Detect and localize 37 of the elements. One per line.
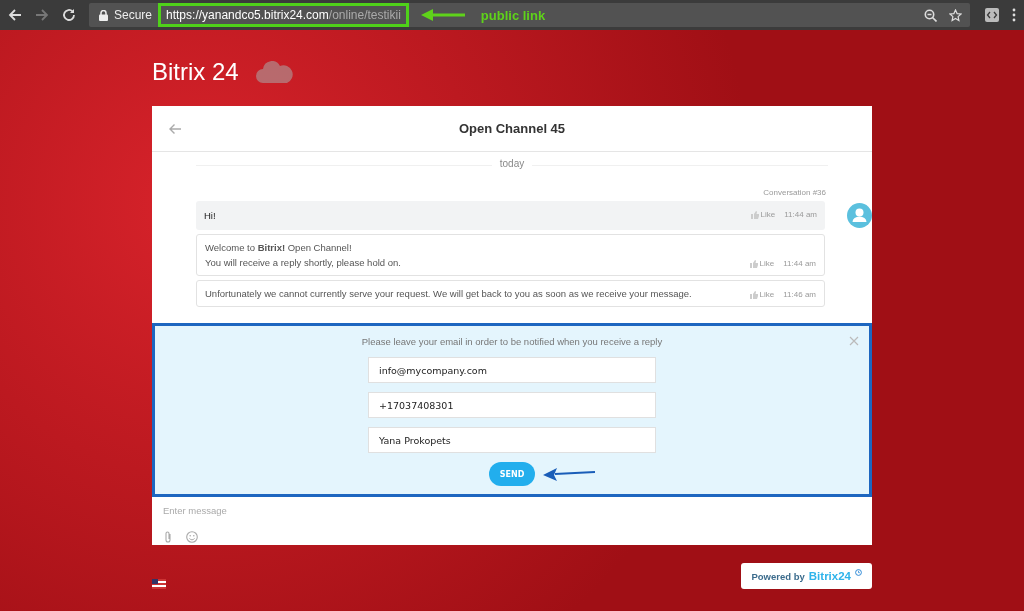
flag-icon	[152, 579, 166, 589]
input-field[interactable]: +17037408301	[368, 392, 656, 418]
powered-by-badge[interactable]: Powered by Bitrix24	[741, 563, 872, 589]
input-field[interactable]: info@mycompany.com	[368, 357, 656, 383]
forward-arrow-icon[interactable]	[35, 8, 49, 22]
menu-icon[interactable]	[1012, 8, 1016, 22]
chat-title: Open Channel 45	[457, 121, 567, 136]
lock-icon	[99, 9, 108, 21]
extension-icon[interactable]	[985, 8, 999, 22]
form-prompt: Please leave your email in order to be notified when you receive a reply	[361, 336, 663, 347]
message-time: 11:46 am	[783, 290, 816, 299]
thumbs-up-icon	[749, 259, 758, 268]
reload-icon[interactable]	[62, 8, 76, 22]
star-icon[interactable]	[949, 8, 962, 22]
conversation-label: Conversation #36	[762, 188, 826, 197]
annotation-arrow-icon	[420, 9, 465, 21]
message-text: Unfortunately we cannot currently serve your request. We will get back to you as soon as we receive your message.	[205, 287, 692, 301]
brand-logo-text: Bitrix24	[808, 570, 851, 582]
message-time: 11:44 am	[783, 259, 816, 268]
paperclip-icon[interactable]	[164, 531, 172, 543]
message-text: You will receive a reply shortly, please hold on.	[205, 256, 401, 270]
secure-label: Secure	[114, 8, 153, 22]
url-text: https://yanandco5.bitrix24.com/online/testikii	[158, 3, 409, 27]
message-text: Hi!	[204, 209, 216, 223]
annotation-label: public link	[480, 7, 546, 23]
logo-text: Bitrix 24	[152, 58, 239, 86]
thumbs-up-icon	[750, 210, 759, 219]
annotation-arrow-icon	[543, 467, 595, 481]
message-text: Welcome to Bitrix! Open Channel!	[205, 241, 353, 255]
input-field[interactable]: Yana Prokopets	[368, 427, 656, 453]
powered-by-label: Powered by	[751, 570, 805, 582]
thumbs-up-icon	[749, 290, 758, 299]
clock-icon	[855, 569, 862, 576]
cloud-icon	[254, 61, 295, 83]
address-bar[interactable]: Secure https://yanandco5.bitrix24.com/online/testikii public link	[89, 3, 970, 27]
zoom-icon[interactable]	[924, 8, 937, 22]
message-time: 11:44 am	[784, 210, 817, 219]
